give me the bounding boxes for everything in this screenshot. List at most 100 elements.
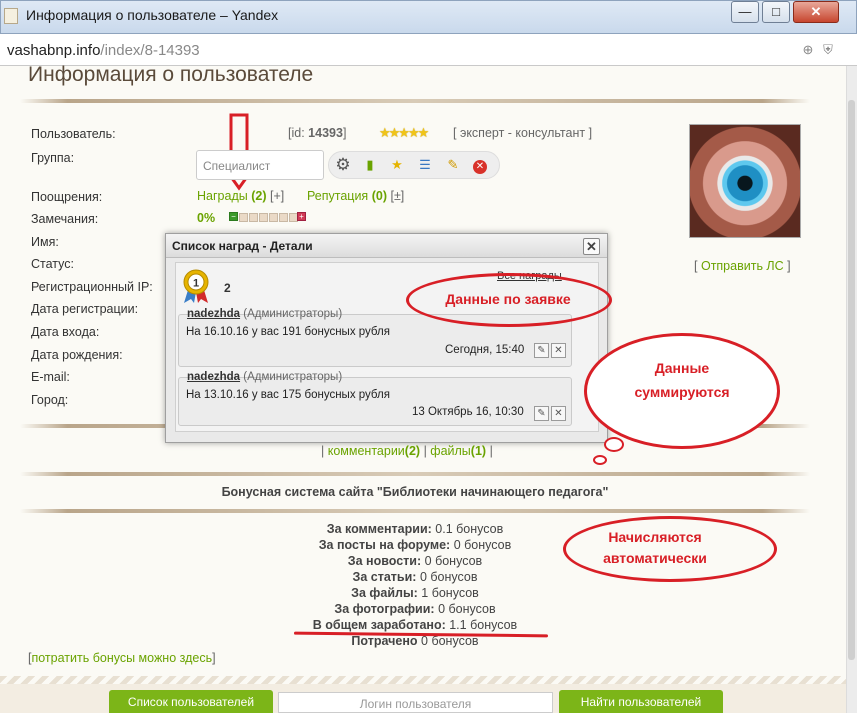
url-text[interactable]: vashabnp.info/index/8-14393 (7, 42, 200, 59)
divider (20, 509, 810, 513)
user-rank: [ эксперт - консультант ] (453, 126, 593, 140)
rating-stars: ★★★★★ (379, 125, 429, 140)
window-title: Информация о пользователе – Yandex (26, 7, 279, 23)
files-count: (1) (470, 444, 487, 458)
ban-icon[interactable]: ✕ (468, 153, 492, 177)
awards-count: (2) (251, 189, 267, 203)
dialog-close-button[interactable]: ✕ (583, 238, 600, 255)
maximize-button[interactable]: □ (762, 1, 790, 23)
entry-author-line: nadezhda (Администраторы) (187, 308, 342, 320)
bracket-open: [ (694, 259, 698, 273)
annotation-by-request: Данные по заявке (445, 291, 571, 307)
translate-icon[interactable]: ⊕ (801, 43, 815, 57)
reputation-change[interactable]: [±] (390, 189, 404, 203)
bonus-row-total: В общем заработано: 1.1 бонусов (200, 618, 630, 632)
send-pm-link[interactable]: Отправить ЛС (701, 259, 784, 273)
thought-bubble-small (604, 437, 624, 452)
bonus-label: За статьи: (352, 570, 417, 584)
annotation-ellipse (563, 516, 777, 582)
remarks-cell (259, 213, 268, 222)
delete-icon[interactable]: ✕ (551, 406, 566, 421)
id-suffix: ] (342, 126, 347, 140)
entry-role: (Администраторы) (243, 371, 343, 383)
reputation-count: (0) (371, 189, 387, 203)
entry-text: На 13.10.16 у вас 175 бонусных рубля (186, 389, 390, 401)
page-title: Информация о пользователе (28, 63, 314, 86)
label-login-date: Дата входа: (31, 325, 100, 339)
bonus-value: 0 бонусов (438, 602, 496, 616)
spend-bonus-link[interactable]: потратить бонусы можно здесь (31, 651, 212, 665)
dialog-title: Список наград - Детали (172, 239, 313, 253)
awards-total: 2 (224, 281, 231, 295)
entry-author[interactable]: nadezhda (187, 371, 240, 383)
minimize-button[interactable]: — (731, 1, 759, 23)
user-avatar (689, 124, 801, 238)
bonus-value: 1.1 бонусов (449, 618, 518, 632)
remarks-cell (279, 213, 288, 222)
delete-icon[interactable]: ✕ (551, 343, 566, 358)
bracket-close: ] (212, 651, 216, 665)
url-path: /index/8-14393 (100, 42, 200, 59)
bonus-row: За файлы: 1 бонусов (200, 586, 630, 600)
bonus-label: Потрачено (351, 634, 418, 648)
bonus-value: 0 бонусов (453, 538, 512, 552)
annotation-summed-2: суммируются (634, 384, 730, 400)
remarks-minus-icon[interactable]: − (229, 212, 238, 221)
user-id: [id: 14393] (288, 126, 346, 140)
annotation-summed-1: Данные (654, 360, 710, 376)
page-icon (4, 8, 18, 24)
medal-number: 1 (193, 278, 199, 290)
bonus-value: 0 бонусов (419, 570, 478, 584)
bonus-label: За фотографии: (334, 602, 435, 616)
send-pm: [ Отправить ЛС ] (694, 259, 791, 273)
reputation-link[interactable]: Репутация (307, 189, 368, 203)
list-icon[interactable]: ☰ (413, 153, 437, 177)
bonus-row: За статьи: 0 бонусов (200, 570, 630, 584)
awards-add[interactable]: [+] (270, 189, 284, 203)
sep: | (489, 444, 493, 458)
bonus-row: Потрачено 0 бонусов (200, 634, 630, 648)
gear-icon[interactable]: ⚙ (331, 153, 355, 177)
edit-icon[interactable]: ✎ (534, 406, 549, 421)
users-list-button[interactable]: Список пользователей (109, 690, 273, 713)
sep: | (321, 444, 325, 458)
star-icon[interactable]: ★ (385, 153, 409, 177)
remarks-cell (249, 213, 258, 222)
divider (20, 472, 810, 476)
close-window-button[interactable]: ✕ (793, 1, 839, 23)
label-remarks: Замечания: (31, 212, 99, 226)
rewards-line: Награды (2) [+] (197, 189, 284, 203)
medal-icon: 1 (183, 269, 209, 303)
comments-count: (2) (404, 444, 421, 458)
page-edge (0, 676, 846, 684)
id-value: 14393 (308, 126, 343, 140)
stats-icon[interactable]: ▮ (358, 153, 382, 177)
login-search-input[interactable]: Логин пользователя (278, 692, 553, 713)
annotation-auto-1: Начисляются (608, 529, 702, 545)
label-name: Имя: (31, 235, 59, 249)
edit-icon[interactable]: ✎ (534, 343, 549, 358)
scrollbar-thumb[interactable] (848, 100, 855, 660)
find-users-button[interactable]: Найти пользователей (559, 690, 723, 713)
label-rewards: Поощрения: (31, 190, 103, 204)
comments-link[interactable]: комментарии (328, 444, 405, 458)
entry-role: (Администраторы) (243, 308, 343, 320)
entry-author[interactable]: nadezhda (187, 308, 240, 320)
remarks-plus-icon[interactable]: + (297, 212, 306, 221)
entry-text: На 16.10.16 у вас 191 бонусных рубля (186, 326, 390, 338)
remarks-cell (269, 213, 278, 222)
label-group: Группа: (31, 151, 75, 165)
label-email: E-mail: (31, 370, 70, 384)
awards-link[interactable]: Награды (197, 189, 248, 203)
edit-icon[interactable]: ✎ (441, 153, 465, 177)
annotation-auto-2: автоматически (603, 550, 707, 566)
group-field[interactable]: Специалист (196, 150, 324, 180)
spend-bonus: [потратить бонусы можно здесь] (28, 651, 216, 665)
files-link[interactable]: файлы (430, 444, 471, 458)
bonus-row: За комментарии: 0.1 бонусов (200, 522, 630, 536)
label-user: Пользователь: (31, 127, 116, 141)
entry-author-line: nadezhda (Администраторы) (187, 371, 342, 383)
url-host: vashabnp.info (7, 42, 101, 59)
shield-icon[interactable]: ⛨ (821, 43, 835, 57)
sep: | (423, 444, 427, 458)
